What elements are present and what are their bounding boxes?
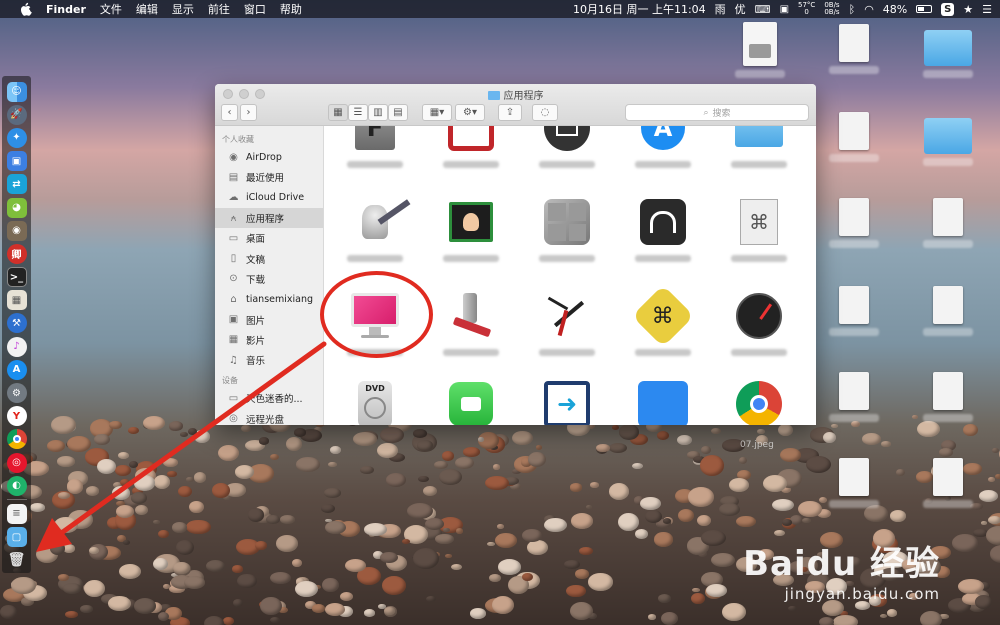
baidu-brand: Baidu 经验 xyxy=(743,544,940,584)
baidu-url: jingyan.baidu.com xyxy=(784,585,940,603)
baidu-watermark: Baidu 经验 jingyan.baidu.com xyxy=(743,536,940,603)
annotation-arrow xyxy=(36,341,327,552)
